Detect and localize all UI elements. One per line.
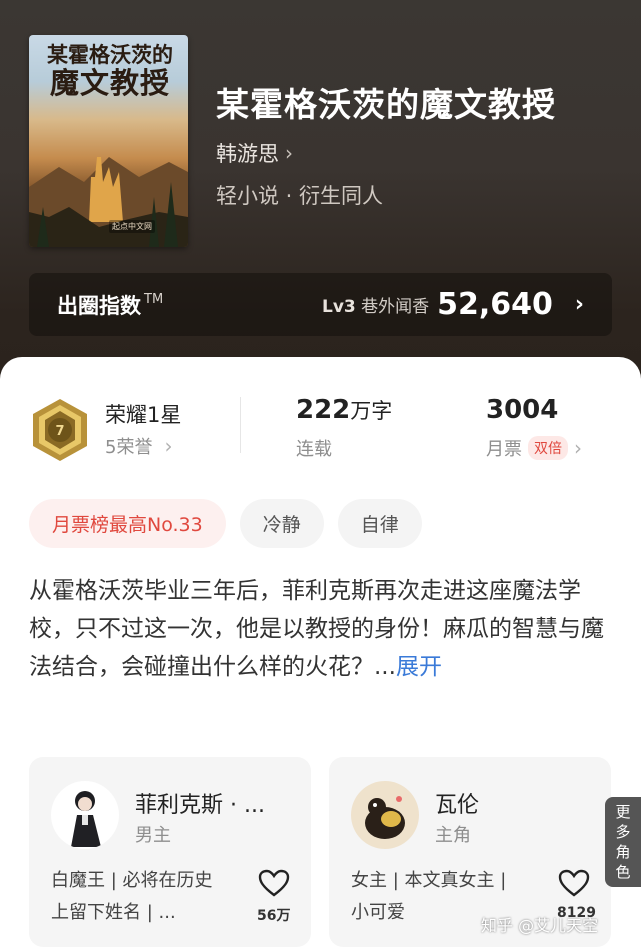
book-title: 某霍格沃茨的魔文教授 bbox=[216, 85, 556, 124]
book-cover[interactable]: 某霍格沃茨的 魔文教授 起点中文网 bbox=[29, 35, 188, 247]
double-votes-badge: 双倍 bbox=[528, 436, 568, 460]
watermark: 知乎 @艾儿天空 bbox=[481, 916, 599, 935]
word-count: 222万字 bbox=[296, 395, 392, 425]
monthly-votes-link[interactable]: 月票 双倍 › bbox=[486, 435, 582, 461]
word-count-unit: 万字 bbox=[350, 399, 393, 423]
honor-medal-icon[interactable]: 7 bbox=[30, 397, 90, 463]
honor-count: 5荣誉 bbox=[105, 437, 153, 458]
heart-icon[interactable] bbox=[558, 869, 590, 897]
popularity-score-bar[interactable]: 出圈指数 TM Lv3 巷外闻香 52,640 › bbox=[29, 273, 612, 336]
chevron-right-icon: › bbox=[285, 141, 293, 165]
author-link[interactable]: 韩游思 › bbox=[216, 138, 293, 168]
heart-icon[interactable] bbox=[258, 869, 290, 897]
score-level-code: Lv3 bbox=[321, 297, 356, 317]
medal-number: 7 bbox=[55, 424, 64, 439]
character-role: 男主 bbox=[135, 825, 171, 846]
cover-title-line1: 某霍格沃茨的 bbox=[47, 42, 173, 67]
more-roles-char: 角 bbox=[615, 843, 631, 861]
avatar bbox=[351, 781, 419, 849]
word-count-number: 222 bbox=[296, 395, 351, 425]
more-roles-char: 更 bbox=[615, 803, 631, 821]
cover-title-line2: 魔文教授 bbox=[49, 66, 170, 101]
stats-row: 7 荣耀1星 5荣誉 › 222万字 连载 3004 月票 双倍 › bbox=[0, 393, 641, 473]
synopsis: 从霍格沃茨毕业三年后，菲利克斯再次走进这座魔法学校，只不过这一次，他是以教授的身… bbox=[29, 572, 614, 686]
cover-title: 某霍格沃茨的 魔文教授 bbox=[37, 42, 183, 101]
character-name: 菲利克斯 · ... bbox=[135, 793, 265, 818]
character-name: 瓦伦 bbox=[435, 793, 480, 818]
tag-list: 月票榜最高No.33 冷静 自律 bbox=[29, 499, 422, 548]
book-detail-card: 7 荣耀1星 5荣誉 › 222万字 连载 3004 月票 双倍 › 月票榜最高… bbox=[0, 357, 641, 952]
tag-calm[interactable]: 冷静 bbox=[239, 499, 324, 548]
score-level-text: 巷外闻香 bbox=[361, 297, 430, 317]
score-label: 出圈指数 bbox=[57, 293, 141, 318]
chevron-right-icon: › bbox=[574, 436, 582, 460]
author-name: 韩游思 bbox=[216, 142, 279, 166]
tag-disciplined[interactable]: 自律 bbox=[337, 499, 422, 548]
monthly-votes-label: 月票 bbox=[486, 439, 522, 460]
honor-title[interactable]: 荣耀1星 bbox=[105, 399, 181, 429]
avatar bbox=[51, 781, 119, 849]
serial-status: 连载 bbox=[296, 439, 332, 460]
character-portrait bbox=[71, 791, 101, 847]
character-description: 白魔王 | 必将在历史上留下姓名 | ... bbox=[51, 870, 213, 923]
character-portrait bbox=[365, 796, 405, 839]
tag-ranking[interactable]: 月票榜最高No.33 bbox=[29, 499, 226, 548]
cover-publisher: 起点中文网 bbox=[109, 220, 155, 233]
character-role: 主角 bbox=[435, 825, 471, 846]
honor-count-link[interactable]: 5荣誉 › bbox=[105, 433, 172, 459]
book-genre: 轻小说 · 衍生同人 bbox=[216, 184, 384, 208]
like-count: 56万 bbox=[257, 908, 291, 924]
divider bbox=[240, 397, 241, 453]
more-roles-char: 多 bbox=[615, 823, 631, 841]
more-roles-button[interactable]: 更 多 角 色 bbox=[605, 797, 641, 887]
synopsis-text: 从霍格沃茨毕业三年后，菲利克斯再次走进这座魔法学校，只不过这一次，他是以教授的身… bbox=[29, 578, 604, 680]
score-level: Lv3 巷外闻香 bbox=[322, 292, 429, 317]
score-value: 52,640 bbox=[437, 287, 553, 322]
chevron-right-icon: › bbox=[164, 434, 173, 458]
more-roles-char: 色 bbox=[615, 863, 631, 881]
trademark-mark: TM bbox=[144, 292, 164, 307]
monthly-votes-count: 3004 bbox=[486, 395, 559, 425]
chevron-right-icon: › bbox=[574, 292, 584, 317]
expand-link[interactable]: 展开 bbox=[396, 654, 442, 680]
character-card[interactable]: 菲利克斯 · ... 男主 白魔王 | 必将在历史上留下姓名 | ... 56万 bbox=[29, 757, 311, 947]
